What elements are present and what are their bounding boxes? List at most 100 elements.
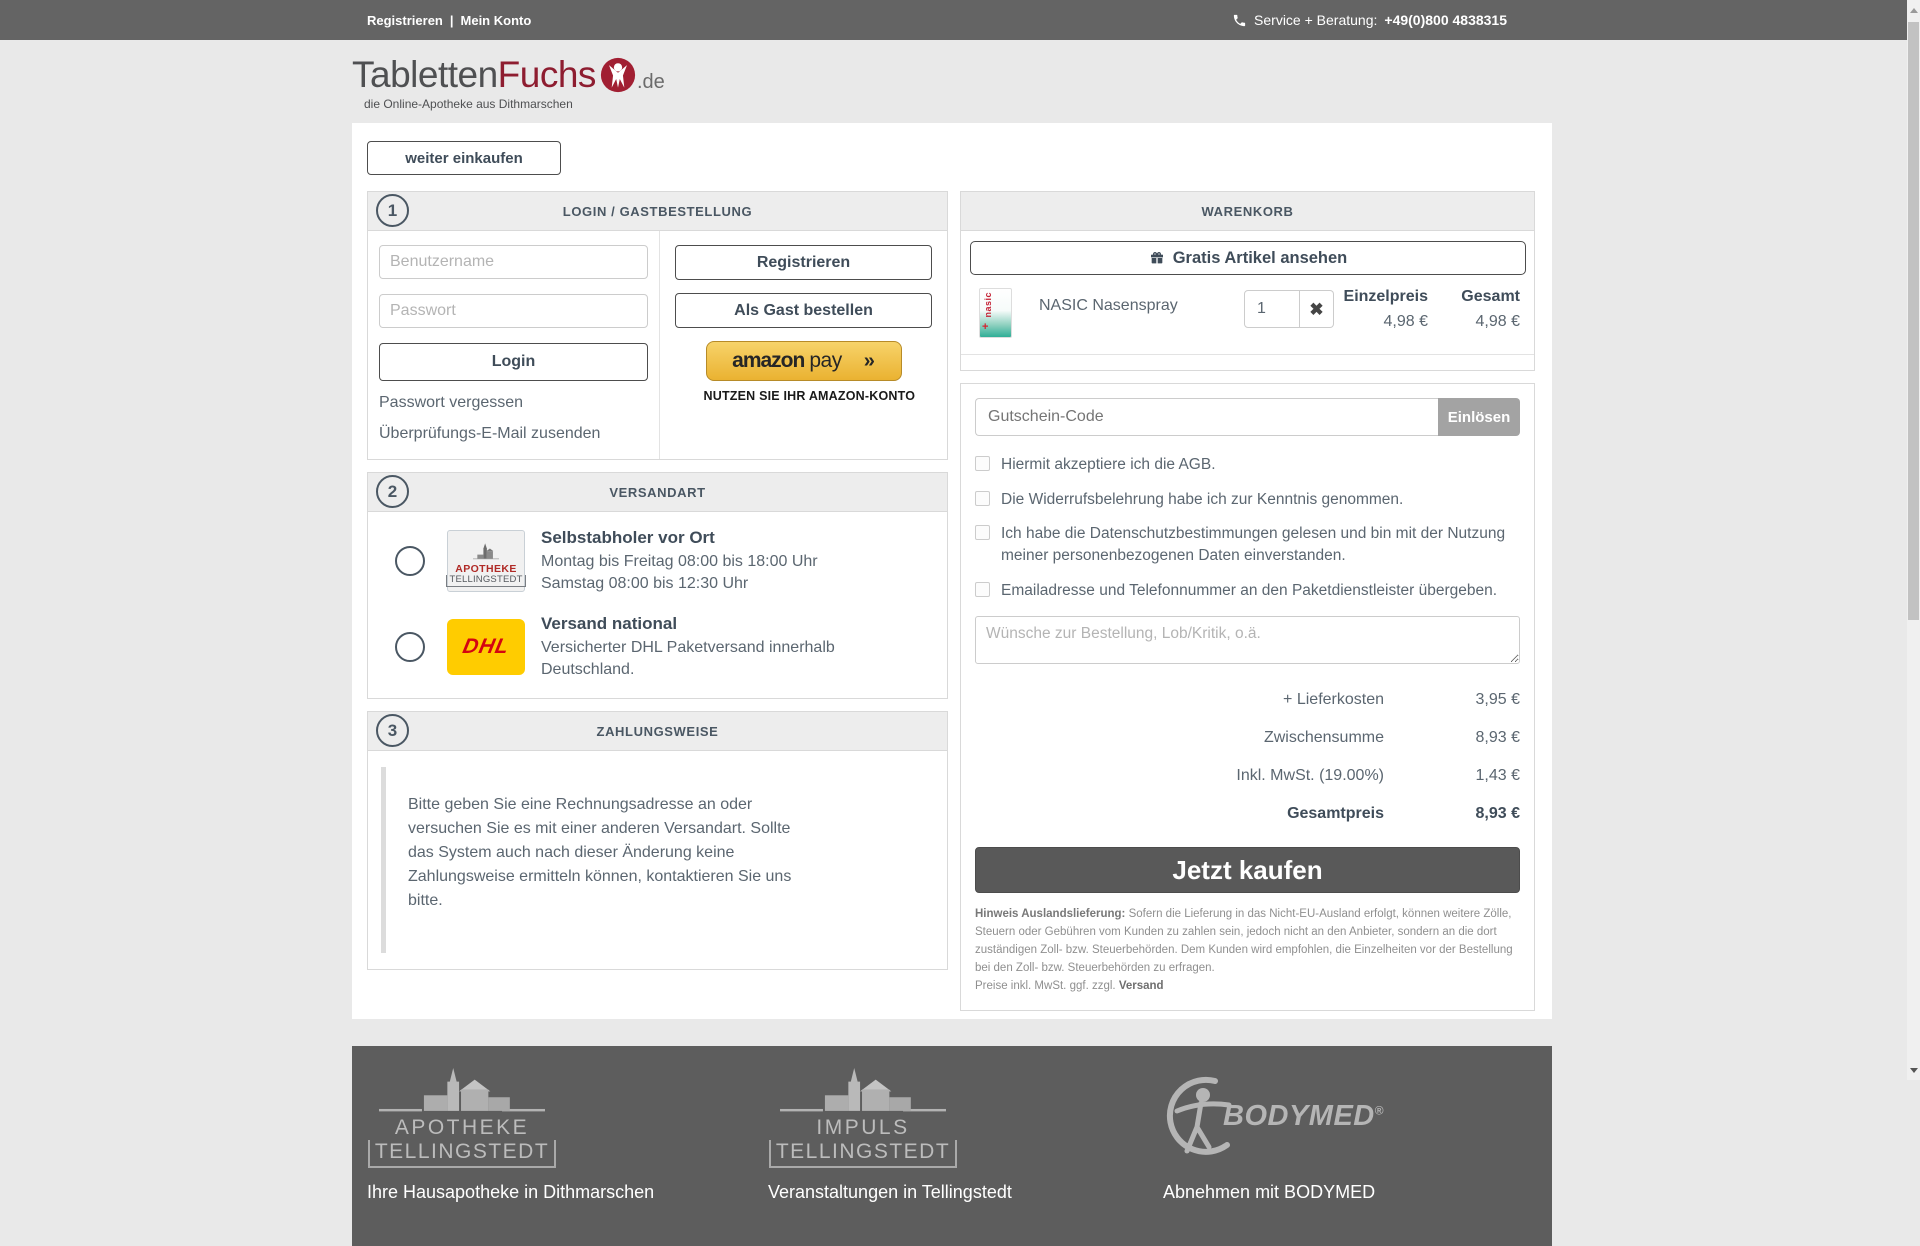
section-payment: 3 ZAHLUNGSWEISE Bitte geben Sie eine Rec… xyxy=(367,711,948,970)
site-header: TablettenFuchs .de die Online-Apotheke a… xyxy=(0,40,1920,111)
bodymed-wordmark: BODYMED® xyxy=(1223,1100,1384,1133)
service-hotline: Service + Beratung: +49(0)800 4838315 xyxy=(1232,0,1507,40)
step-1-badge: 1 xyxy=(376,194,409,227)
phone-icon xyxy=(1232,13,1247,28)
agb-checkbox[interactable] xyxy=(975,456,990,471)
grand-total-label: Gesamtpreis xyxy=(1287,805,1384,823)
apotheke-tellingstedt-logo[interactable]: APOTHEKE TELLINGSTEDT xyxy=(367,1066,557,1168)
footer-logo-line2: TELLINGSTEDT xyxy=(368,1140,556,1167)
dhl-description: Versicherter DHL Paketversand innerhalb … xyxy=(541,637,841,680)
dhl-radio[interactable] xyxy=(395,632,425,662)
logo-tld: .de xyxy=(637,72,665,93)
section-login-title: LOGIN / GASTBESTELLUNG xyxy=(563,204,752,219)
total-row-subtotal: Zwischensumme 8,93 € xyxy=(975,719,1520,757)
amazon-pay-block: amazon pay » NUTZEN SIE IHR AMAZON-KONTO xyxy=(704,341,904,403)
consent-checkboxes: Hiermit akzeptiere ich die AGB. Die Wide… xyxy=(975,454,1520,601)
service-label: Service + Beratung: xyxy=(1254,12,1377,28)
scrollbar-up-arrow[interactable] xyxy=(1907,2,1920,18)
guest-order-button[interactable]: Als Gast bestellen xyxy=(675,293,932,328)
service-phone-number: +49(0)800 4838315 xyxy=(1384,12,1507,28)
subtotal-value: 8,93 € xyxy=(1432,729,1520,747)
username-input[interactable] xyxy=(379,245,648,279)
pickup-logo-line1: APOTHEKE xyxy=(455,563,517,575)
widerruf-label: Die Widerrufsbelehrung habe ich zur Kenn… xyxy=(1001,489,1403,511)
logo-text-part1: Tabletten xyxy=(352,56,498,93)
datenschutz-checkbox[interactable] xyxy=(975,525,990,540)
amazon-pay-button[interactable]: amazon pay » xyxy=(706,341,902,381)
logo-text-part2: Fuchs xyxy=(498,56,596,93)
dhl-title: Versand national xyxy=(541,614,841,634)
subtotal-label: Zwischensumme xyxy=(1264,729,1384,747)
footer-caption-impuls: Veranstaltungen in Tellingstedt xyxy=(768,1182,1163,1203)
shipping-option-pickup: APOTHEKE TELLINGSTEDT Selbstabholer vor … xyxy=(368,528,947,594)
scrollbar-down-arrow[interactable] xyxy=(1907,1062,1920,1078)
footer-bodymed-column: BODYMED® Abnehmen mit BODYMED xyxy=(1163,1066,1552,1246)
pickup-title: Selbstabholer vor Ort xyxy=(541,528,841,548)
dhl-logo-text: DHL xyxy=(460,635,511,659)
dhl-logo: DHL xyxy=(447,619,525,675)
step-2-badge: 2 xyxy=(376,475,409,508)
login-button[interactable]: Login xyxy=(379,343,648,381)
section-payment-title: ZAHLUNGSWEISE xyxy=(597,724,719,739)
scrollbar-thumb[interactable] xyxy=(1908,22,1919,620)
church-icon xyxy=(473,541,499,563)
line-total-header: Gesamt xyxy=(1428,288,1520,306)
free-items-button[interactable]: Gratis Artikel ansehen xyxy=(970,241,1526,275)
register-link[interactable]: Registrieren xyxy=(367,13,443,28)
site-logo[interactable]: TablettenFuchs .de xyxy=(352,56,1920,93)
shipping-cost-value: 3,95 € xyxy=(1432,691,1520,709)
line-total-column: Gesamt 4,98 € xyxy=(1428,288,1520,331)
product-image: nasic + xyxy=(979,288,1012,338)
checkbox-row-agb: Hiermit akzeptiere ich die AGB. xyxy=(975,454,1520,476)
unit-price-value: 4,98 € xyxy=(1344,313,1428,331)
voucher-row: Einlösen xyxy=(975,398,1520,436)
checkbox-row-datenschutz: Ich habe die Datenschutzbestimmungen gel… xyxy=(975,523,1520,566)
unit-price-column: Einzelpreis 4,98 € xyxy=(1344,288,1428,331)
footer-apotheke-column: APOTHEKE TELLINGSTEDT Ihre Hausapotheke … xyxy=(367,1066,768,1246)
footer-logo-line1: IMPULS xyxy=(816,1116,909,1140)
shipping-option-dhl: DHL Versand national Versicherter DHL Pa… xyxy=(368,614,947,680)
order-comments-textarea[interactable] xyxy=(975,616,1520,664)
grand-total-value: 8,93 € xyxy=(1432,805,1520,823)
section-cart-title: WARENKORB xyxy=(1201,204,1293,219)
total-row-grand: Gesamtpreis 8,93 € xyxy=(975,795,1520,833)
voucher-code-input[interactable] xyxy=(975,398,1438,436)
step-3-badge: 3 xyxy=(376,714,409,747)
resend-verification-link[interactable]: Überprüfungs-E-Mail zusenden xyxy=(379,425,659,443)
forgot-password-link[interactable]: Passwort vergessen xyxy=(379,394,659,412)
shipping-info-link[interactable]: Versand xyxy=(1119,980,1164,992)
remove-item-button[interactable]: ✖ xyxy=(1300,290,1334,328)
register-button[interactable]: Registrieren xyxy=(675,245,932,280)
paketdienst-checkbox[interactable] xyxy=(975,582,990,597)
amazon-logo-text: amazon xyxy=(732,349,804,373)
cart-item-name: NASIC Nasenspray xyxy=(1039,297,1244,315)
total-row-shipping: + Lieferkosten 3,95 € xyxy=(975,681,1520,719)
my-account-link[interactable]: Mein Konto xyxy=(461,13,532,28)
quantity-input[interactable] xyxy=(1244,290,1300,328)
footer-logo-line2: TELLINGSTEDT xyxy=(769,1140,957,1167)
topbar: Registrieren | Mein Konto Service + Bera… xyxy=(0,0,1907,40)
shipping-cost-label: + Lieferkosten xyxy=(1283,691,1384,709)
cart-item-row: nasic + NASIC Nasenspray ✖ Einzelpreis 4… xyxy=(961,275,1534,338)
footer-logo-line1: APOTHEKE xyxy=(395,1116,529,1140)
password-input[interactable] xyxy=(379,294,648,328)
pickup-radio[interactable] xyxy=(395,546,425,576)
voucher-redeem-button[interactable]: Einlösen xyxy=(1438,398,1520,436)
payment-message: Bitte geben Sie eine Rechnungsadresse an… xyxy=(408,767,808,953)
buy-now-button[interactable]: Jetzt kaufen xyxy=(975,847,1520,893)
shipping-disclaimer: Hinweis Auslandslieferung: Sofern die Li… xyxy=(975,906,1520,995)
impuls-tellingstedt-logo[interactable]: IMPULS TELLINGSTEDT xyxy=(768,1066,958,1168)
datenschutz-label: Ich habe die Datenschutzbestimmungen gel… xyxy=(1001,523,1520,566)
continue-shopping-button[interactable]: weiter einkaufen xyxy=(367,141,561,175)
gift-icon xyxy=(1149,250,1165,266)
section-login: 1 LOGIN / GASTBESTELLUNG Login Passwort … xyxy=(367,191,948,460)
disclaimer-lead: Hinweis Auslandslieferung: xyxy=(975,908,1125,920)
free-items-button-label: Gratis Artikel ansehen xyxy=(1173,249,1348,268)
registered-mark: ® xyxy=(1375,1103,1384,1117)
remove-x-icon: ✖ xyxy=(1309,301,1323,318)
scrollbar[interactable] xyxy=(1907,0,1920,1080)
section-shipping: 2 VERSANDART xyxy=(367,472,948,699)
widerruf-checkbox[interactable] xyxy=(975,491,990,506)
bodymed-logo[interactable]: BODYMED® xyxy=(1163,1066,1393,1168)
pickup-hours-weekdays: Montag bis Freitag 08:00 bis 18:00 Uhr xyxy=(541,551,841,573)
